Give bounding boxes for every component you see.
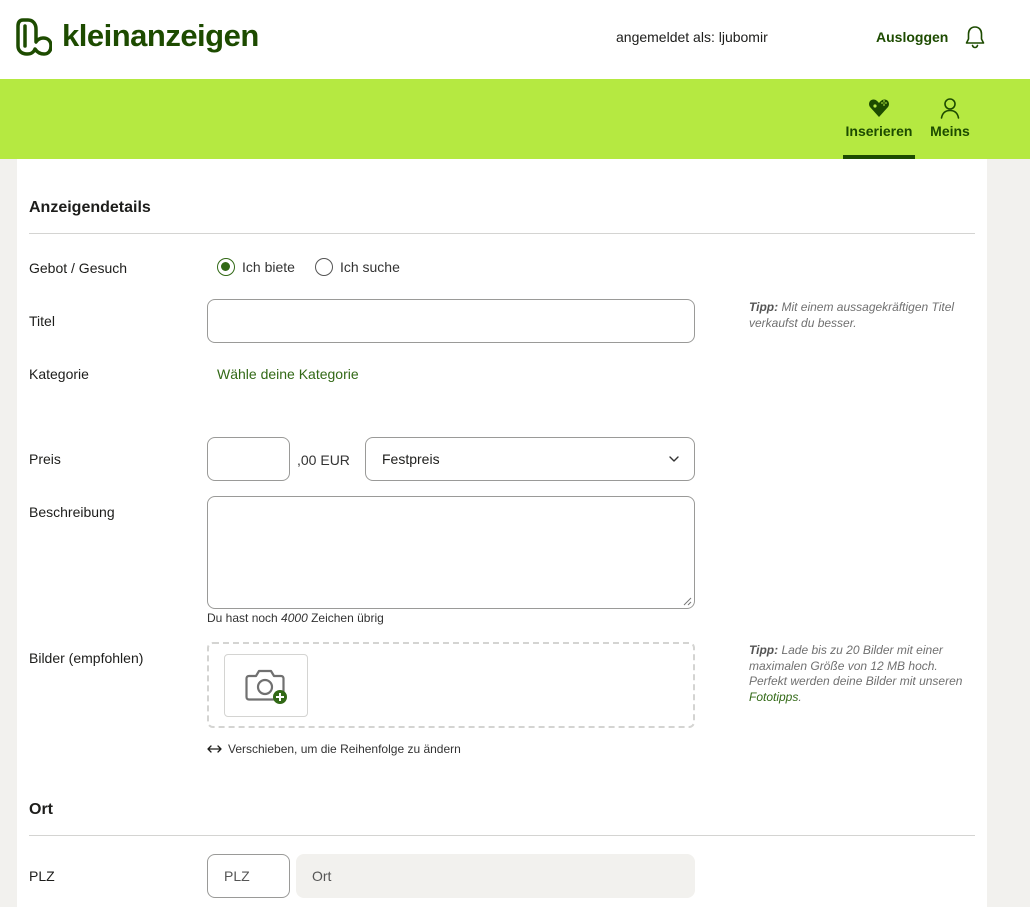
divider (29, 233, 975, 234)
title-label: Titel (29, 313, 55, 329)
description-textarea[interactable] (207, 496, 695, 609)
images-tip-text: Lade bis zu 20 Bilder mit einer maximale… (749, 643, 963, 688)
radio-ich-biete[interactable]: Ich biete (217, 258, 295, 276)
price-type-value: Festpreis (382, 451, 440, 467)
radio-label-ich-suche: Ich suche (339, 259, 400, 275)
logo-text: kleinanzeigen (62, 18, 259, 53)
title-tip-text: Mit einem aussagekräftigen Titel verkauf… (749, 300, 955, 330)
price-input[interactable] (207, 437, 290, 481)
logo[interactable]: kleinanzeigen (16, 16, 259, 56)
nav-label-inserieren: Inserieren (845, 123, 913, 139)
logout-link[interactable]: Ausloggen (876, 29, 948, 45)
section-title-details: Anzeigendetails (29, 199, 151, 216)
char-count-number: 4000 (281, 611, 308, 625)
user-icon (940, 98, 960, 119)
nav-item-meins[interactable]: Meins (928, 97, 972, 139)
char-count: Du hast noch 4000 Zeichen übrig (207, 611, 384, 625)
radio-checked-icon (217, 258, 235, 276)
radio-unchecked-icon (314, 258, 333, 276)
arrows-horizontal-icon (207, 745, 222, 753)
logo-mark-icon (16, 18, 52, 56)
choose-category-link[interactable]: Wähle deine Kategorie (217, 366, 359, 382)
fototipps-link[interactable]: Fototipps (749, 690, 798, 704)
nav-label-meins: Meins (930, 123, 970, 139)
section-title-location: Ort (29, 801, 53, 818)
char-count-prefix: Du hast noch (207, 611, 282, 625)
title-tip-bold: Tipp: (749, 300, 779, 314)
camera-add-icon (245, 669, 287, 704)
main-nav: Inserieren Meins (0, 79, 1030, 159)
reorder-hint-text: Verschieben, um die Reihenfolge zu änder… (228, 742, 461, 756)
price-currency-suffix: ,00 EUR (297, 452, 350, 468)
description-label: Beschreibung (29, 504, 115, 520)
price-label: Preis (29, 451, 61, 467)
ad-form: Anzeigendetails Gebot / Gesuch Ich biete… (17, 159, 987, 907)
images-tip-end: . (798, 689, 802, 704)
chevron-down-icon (669, 456, 679, 462)
images-label: Bilder (empfohlen) (29, 650, 144, 666)
offer-type-label: Gebot / Gesuch (29, 260, 128, 276)
bell-icon[interactable] (964, 25, 986, 49)
login-info: angemeldet als: ljubomir (616, 29, 768, 45)
offer-type-radio-group: Ich biete Ich suche (217, 258, 400, 276)
image-dropzone[interactable] (207, 642, 695, 728)
reorder-hint: Verschieben, um die Reihenfolge zu änder… (207, 742, 461, 756)
divider (29, 835, 975, 836)
title-tip: Tipp: Mit einem aussagekräftigen Titel v… (749, 300, 979, 331)
ort-field: Ort (296, 854, 695, 898)
radio-label-ich-biete: Ich biete (242, 259, 295, 275)
plz-label: PLZ (29, 868, 55, 884)
category-label: Kategorie (29, 366, 89, 382)
title-input[interactable] (207, 299, 695, 343)
price-type-select[interactable]: Festpreis (365, 437, 695, 481)
nav-item-inserieren[interactable]: Inserieren (843, 97, 915, 139)
images-tip: Tipp: Lade bis zu 20 Bilder mit einer ma… (749, 643, 979, 705)
add-photo-button[interactable] (224, 654, 308, 717)
char-count-suffix: Zeichen übrig (307, 611, 384, 625)
tag-add-icon (869, 99, 889, 117)
resize-grip-icon[interactable] (683, 597, 692, 606)
radio-ich-suche[interactable]: Ich suche (314, 258, 400, 276)
top-header: kleinanzeigen angemeldet als: ljubomir A… (0, 0, 1030, 79)
plz-input[interactable]: PLZ (207, 854, 290, 898)
images-tip-bold: Tipp: (749, 643, 779, 657)
